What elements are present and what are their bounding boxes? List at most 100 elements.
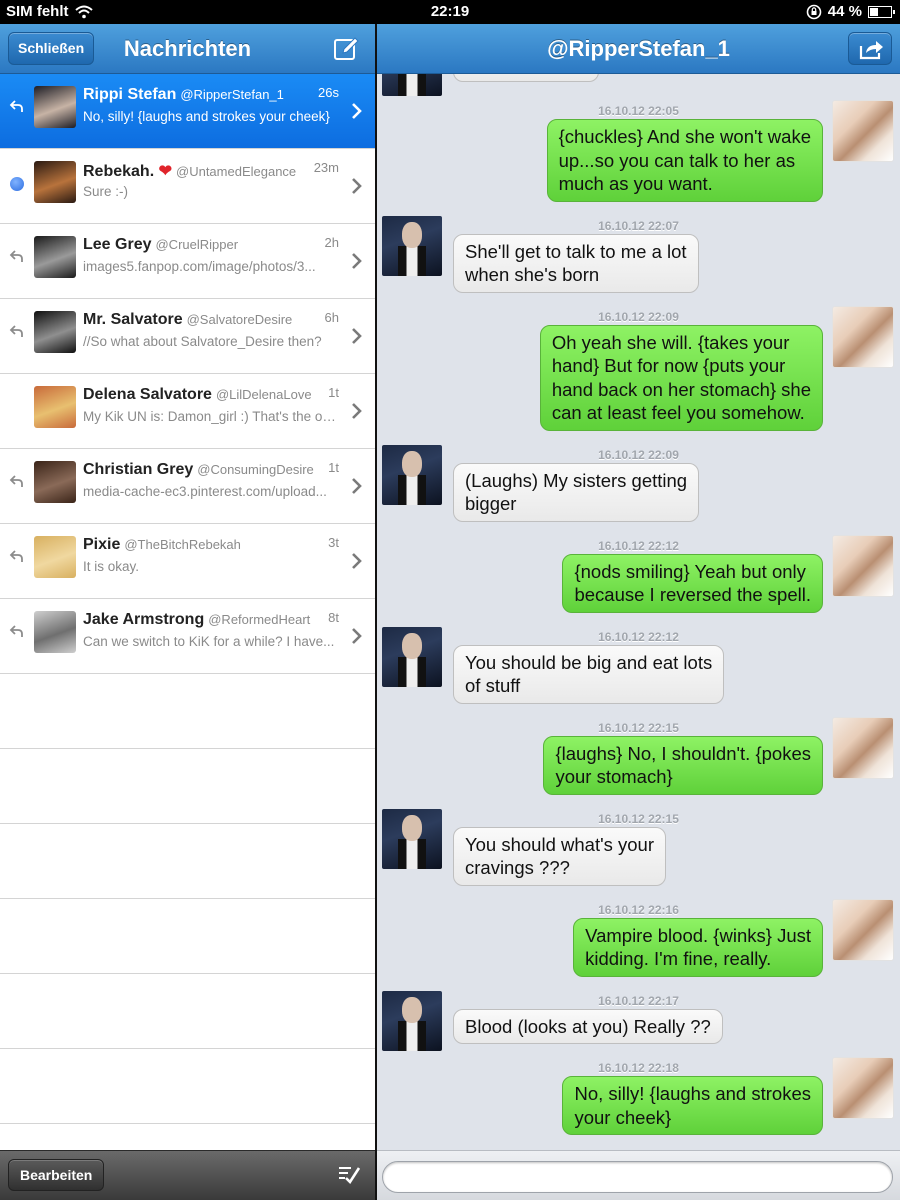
conversation-name: Rippi Stefan @RipperStefan_1 <box>83 86 284 104</box>
contact-name: Lee Grey <box>83 236 152 253</box>
contact-name: Mr. Salvatore <box>83 311 183 328</box>
message-line: {laughs} No, I shouldn't. {pokes <box>555 742 811 764</box>
conversation-row[interactable]: Delena Salvatore @LilDelenaLove 1t My Kik U… <box>0 374 375 449</box>
my-avatar <box>833 1058 893 1118</box>
sent-message-bubble: {nods smiling} Yeah but only because I re… <box>562 553 823 613</box>
message-line: {chuckles} And she won't wake <box>558 126 811 147</box>
message-line: because I reversed the spell. <box>574 584 811 605</box>
conversation-row[interactable]: Mr. Salvatore @SalvatoreDesire 6h//So what… <box>0 299 375 374</box>
message-line: She'll get to talk to me a lot <box>465 240 687 262</box>
message-line: can at least feel you somehow. <box>551 402 805 423</box>
contact-name: Jake Armstrong <box>83 611 205 628</box>
my-avatar <box>833 101 893 161</box>
message-line: No, silly! {laughs and strokes <box>574 1083 811 1104</box>
message-timestamp: 16.10.12 22:07 <box>598 218 679 233</box>
message-timestamp: 16.10.12 22:12 <box>598 629 679 644</box>
contact-avatar <box>382 626 442 687</box>
conversation-name: Lee Grey @CruelRipper <box>83 236 238 254</box>
contact-handle: @LilDelenaLove <box>215 387 312 402</box>
message-thread: 16.10.12 22:05 {chuckles} And she won't w… <box>377 74 900 1150</box>
message-timestamp: 16.10.12 22:15 <box>598 720 679 735</box>
empty-row <box>0 674 375 749</box>
avatar <box>34 536 76 578</box>
empty-row <box>0 824 375 899</box>
close-button[interactable]: Schließen <box>8 32 95 65</box>
empty-row <box>0 974 375 1049</box>
status-time: 22:19 <box>430 3 470 20</box>
my-avatar <box>833 899 893 960</box>
message-line: Blood (looks at you) Really ?? <box>465 1015 711 1037</box>
my-avatar <box>833 717 893 778</box>
chevron-right-icon <box>352 178 362 194</box>
contact-handle: @ConsumingDesire <box>197 462 314 477</box>
sent-message-bubble: No, silly! {laughs and strokes your cheek… <box>562 1076 823 1135</box>
sent-message-bubble: {chuckles} And she won't wake up...so you… <box>546 119 823 202</box>
conversation-name: Christian Grey @ConsumingDesire <box>83 461 314 479</box>
contact-handle: @UntamedElegance <box>176 164 297 179</box>
avatar <box>34 386 76 428</box>
replied-icon <box>9 100 23 112</box>
avatar <box>34 236 76 278</box>
my-avatar <box>833 306 893 367</box>
contact-handle: @RipperStefan_1 <box>180 87 284 102</box>
edit-button[interactable]: Bearbeiten <box>8 1159 105 1191</box>
conversation-row[interactable]: Rebekah. ❤ @UntamedElegance 23m Sure :-) <box>0 149 375 224</box>
received-message-bubble: Blood (looks at you) Really ?? <box>453 1008 723 1044</box>
replied-icon <box>9 625 23 637</box>
sent-message-bubble: Vampire blood. {winks} Just kidding. I'm … <box>573 917 823 977</box>
conversation-time: 23m <box>313 160 339 175</box>
contact-avatar <box>382 215 442 276</box>
message-bubble-partial <box>453 74 599 82</box>
conversation-row[interactable]: Christian Grey @ConsumingDesire 1t media-ca… <box>0 449 375 524</box>
battery-icon <box>868 5 895 18</box>
chevron-right-icon <box>352 403 362 419</box>
chat-navbar: @RipperStefan_1 <box>377 24 900 74</box>
conversation-row[interactable]: Lee Grey @CruelRipper 2h images5.fanpop.com… <box>0 224 375 299</box>
conversation-preview: media-cache-ec3.pinterest.com/upload... <box>83 484 327 499</box>
contact-avatar <box>382 74 442 96</box>
avatar <box>34 86 76 128</box>
conversations-panel: Schließen Nachrichten Rippi Stefan @Rippe… <box>0 24 375 1200</box>
replied-icon <box>9 250 23 262</box>
chevron-right-icon <box>352 553 362 569</box>
conversation-row[interactable]: Pixie @TheBitchRebekah 3t It is okay. <box>0 524 375 599</box>
conversation-time: 1t <box>328 385 339 400</box>
replied-icon <box>9 325 23 337</box>
message-line: You should be big and eat lots <box>465 651 713 673</box>
compose-bar <box>377 1150 900 1200</box>
status-bar: SIM fehlt 22:19 44 % <box>0 0 900 24</box>
conversation-time: 1t <box>328 460 339 475</box>
conversation-row[interactable]: Jake Armstrong @ReformedHeart 8t Can we swi… <box>0 599 375 674</box>
compose-icon[interactable] <box>333 36 359 62</box>
sent-message-bubble: Oh yeah she will. {takes your hand} But f… <box>539 324 823 431</box>
message-timestamp: 16.10.12 22:16 <box>598 902 679 917</box>
message-line: Oh yeah she will. {takes your <box>551 331 790 353</box>
mark-read-icon[interactable] <box>337 1162 361 1186</box>
message-line: {nods smiling} Yeah but only <box>574 560 806 582</box>
contact-avatar <box>382 444 442 505</box>
contact-name: Christian Grey <box>83 461 194 478</box>
conversation-row[interactable]: Rippi Stefan @RipperStefan_1 26s No, silly!… <box>0 74 375 149</box>
contact-handle: @TheBitchRebekah <box>124 537 241 552</box>
conversations-navbar: Schließen Nachrichten <box>0 24 375 74</box>
avatar <box>34 311 76 353</box>
message-line: your cheek} <box>574 1106 672 1128</box>
contact-name: Pixie <box>83 536 121 553</box>
sent-message-bubble: {laughs} No, I shouldn't. {pokes your sto… <box>543 735 823 795</box>
message-input[interactable] <box>382 1161 893 1193</box>
contact-name: Rippi Stefan <box>83 86 177 103</box>
unread-dot-icon <box>10 177 24 191</box>
message-timestamp: 16.10.12 22:09 <box>598 447 679 462</box>
conversation-name: Jake Armstrong @ReformedHeart <box>83 611 310 629</box>
conversation-preview: //So what about Salvatore_Desire then? <box>83 334 322 349</box>
received-message-bubble: She'll get to talk to me a lot when she's… <box>453 233 699 293</box>
empty-row <box>0 899 375 974</box>
contact-name: Rebekah. <box>83 163 155 180</box>
message-line: kidding. I'm fine, really. <box>585 948 772 969</box>
conversation-preview: My Kik UN is: Damon_girl :) That's the o… <box>83 409 337 424</box>
empty-row <box>0 749 375 824</box>
message-line: Vampire blood. {winks} Just <box>585 924 811 946</box>
avatar <box>34 161 76 203</box>
share-button[interactable] <box>848 32 892 65</box>
message-line: hand} But for now {puts your <box>551 355 786 376</box>
